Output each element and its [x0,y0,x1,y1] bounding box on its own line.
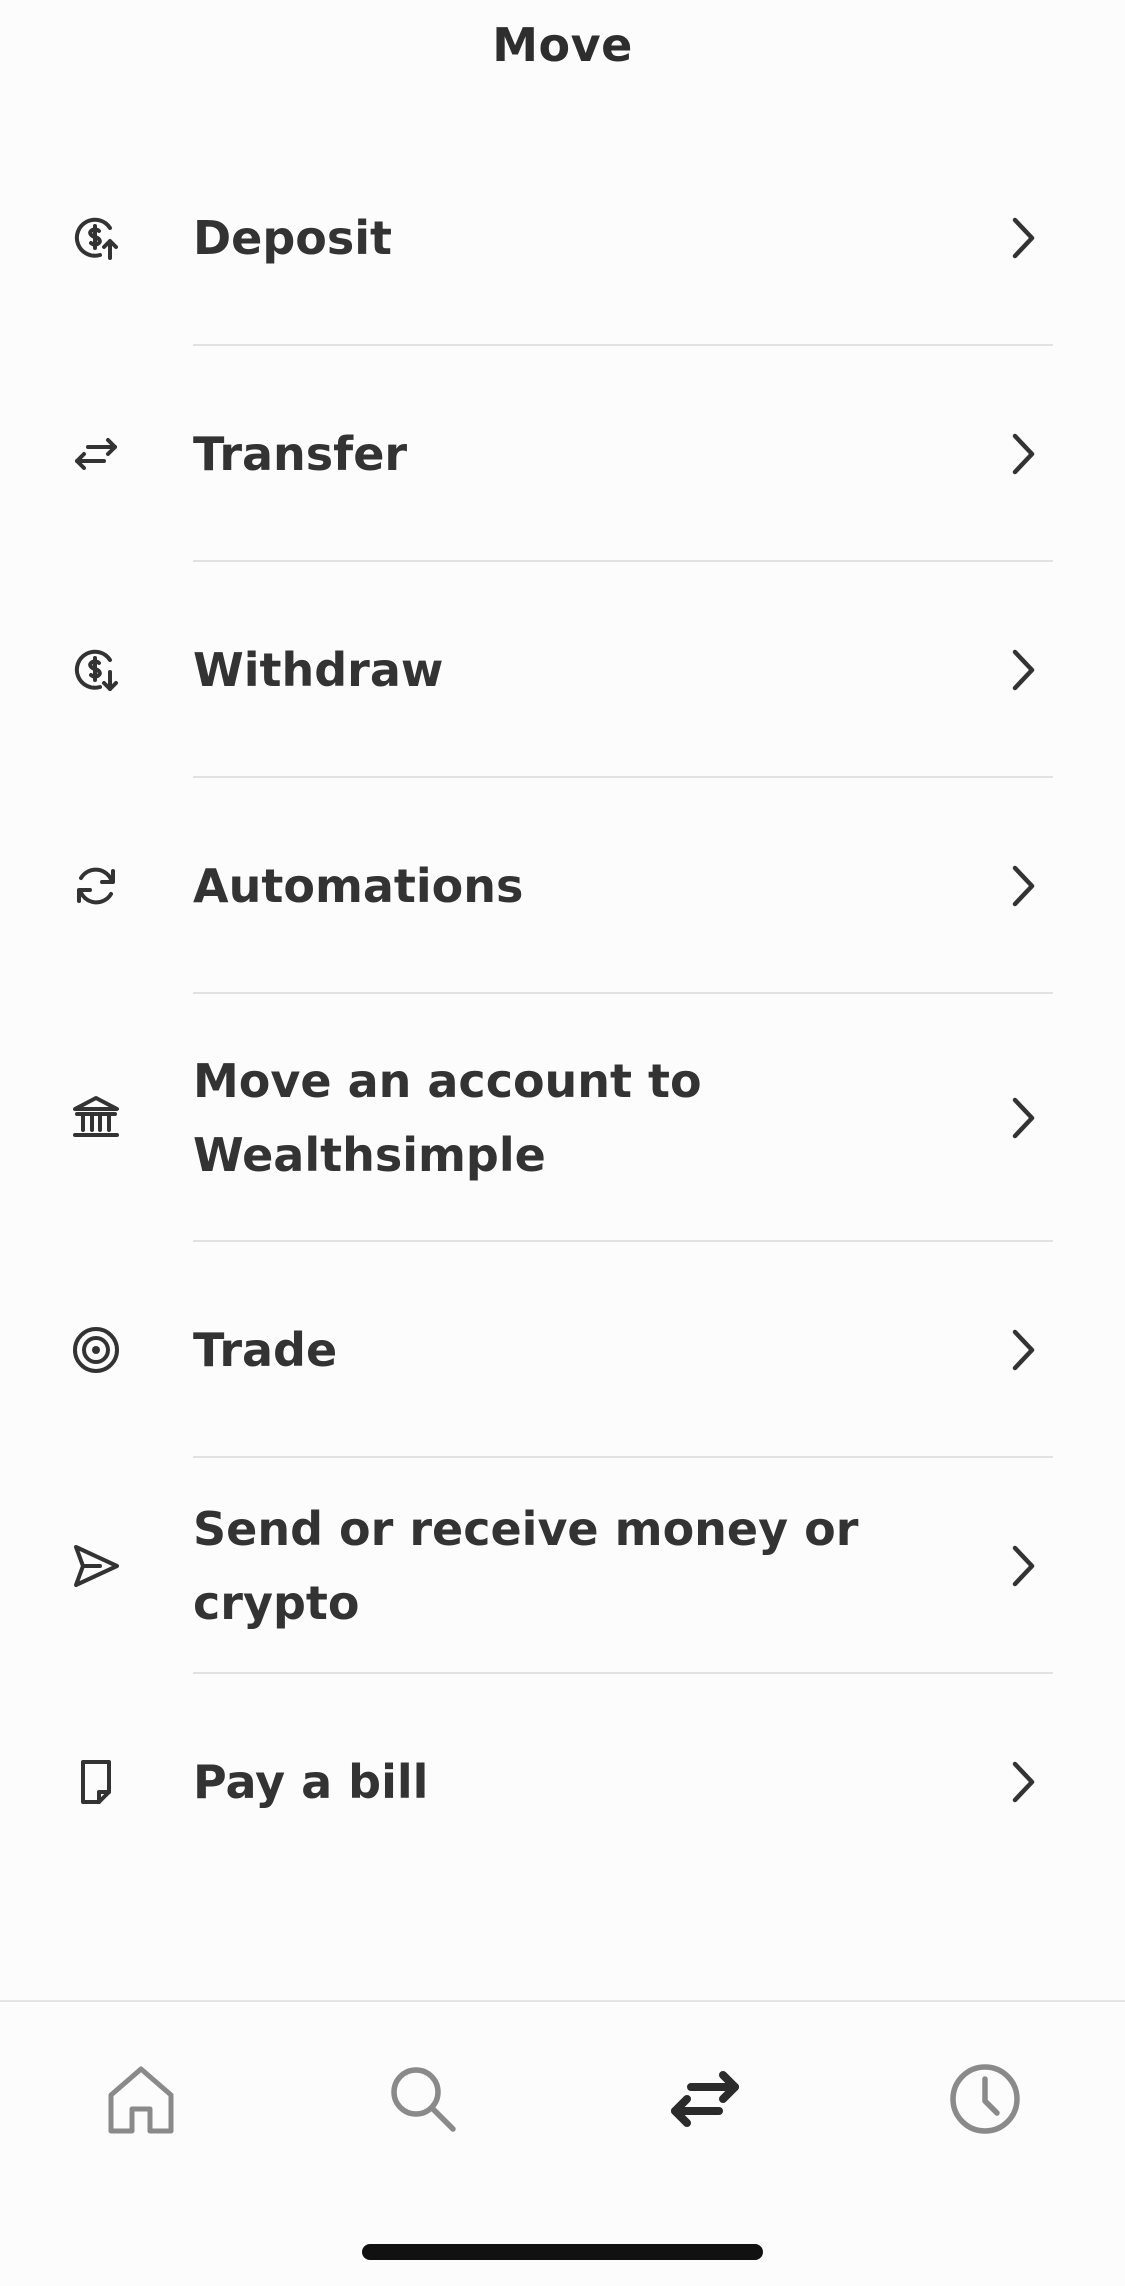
menu-item-label: Automations [193,859,524,913]
chevron-right-icon [1001,1757,1045,1807]
menu-item-trade[interactable]: Trade [0,1242,1125,1458]
send-icon [70,1540,122,1592]
target-icon [70,1324,122,1376]
refresh-icon [70,860,122,912]
search-icon [383,2059,463,2139]
menu-item-withdraw[interactable]: Withdraw [0,562,1125,778]
tab-activity[interactable] [940,2054,1030,2144]
menu-item-label: Transfer [193,427,408,481]
chevron-right-icon [1001,645,1045,695]
transfer-arrows-icon [70,428,122,480]
menu-item-label: Pay a bill [193,1755,429,1809]
menu-item-move-account[interactable]: Move an account to Wealthsimple [0,994,1125,1242]
page-title: Move [492,18,633,72]
chevron-right-icon [1001,1325,1045,1375]
menu-item-pay-bill[interactable]: Pay a bill [0,1674,1125,1890]
chevron-right-icon [1001,1541,1045,1591]
bill-icon [70,1756,122,1808]
move-menu: Deposit Transfer Withdraw Automations Mo… [0,130,1125,1890]
menu-item-automations[interactable]: Automations [0,778,1125,994]
dollar-up-icon [70,212,122,264]
home-indicator [362,2244,763,2260]
chevron-right-icon [1001,429,1045,479]
menu-item-send-receive[interactable]: Send or receive money or crypto [0,1458,1125,1674]
clock-icon [945,2059,1025,2139]
menu-item-label: Withdraw [193,643,444,697]
tab-home[interactable] [96,2054,186,2144]
dollar-down-icon [70,644,122,696]
menu-item-label: Send or receive money or crypto [193,1502,859,1630]
menu-item-label: Trade [193,1323,338,1377]
chevron-right-icon [1001,1093,1045,1143]
tab-search[interactable] [378,2054,468,2144]
menu-item-transfer[interactable]: Transfer [0,346,1125,562]
transfer-arrows-icon [665,2059,745,2139]
bank-icon [70,1092,122,1144]
chevron-right-icon [1001,861,1045,911]
tab-move[interactable] [660,2054,750,2144]
menu-item-label: Move an account to Wealthsimple [193,1054,702,1182]
home-icon [101,2059,181,2139]
menu-item-label: Deposit [193,211,393,265]
chevron-right-icon [1001,213,1045,263]
menu-item-deposit[interactable]: Deposit [0,130,1125,346]
